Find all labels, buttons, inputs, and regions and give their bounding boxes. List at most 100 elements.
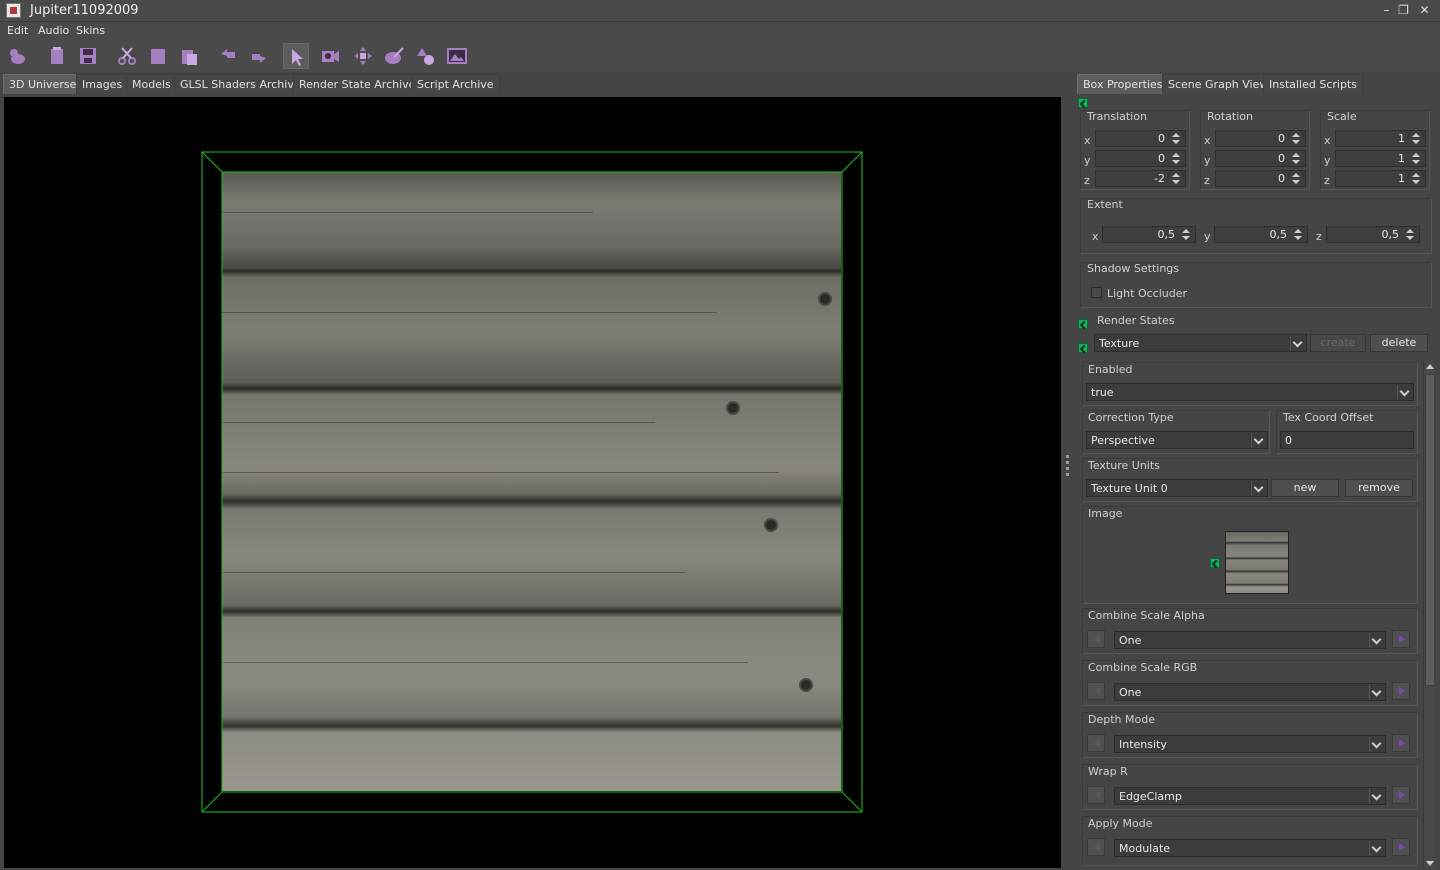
rotation-x-spinner[interactable]: 0 — [1215, 130, 1306, 147]
spin-arrows-icon[interactable] — [1403, 227, 1417, 242]
axis-label: y — [1324, 154, 1331, 167]
redo-icon[interactable] — [246, 43, 272, 69]
properties-scrollbar[interactable] — [1423, 362, 1435, 868]
spinner-value: 0 — [1278, 172, 1285, 185]
spin-arrows-icon[interactable] — [1169, 151, 1183, 166]
translation-z-spinner[interactable]: -2 — [1095, 170, 1186, 187]
splitter-handle[interactable] — [1066, 455, 1070, 485]
spin-arrows-icon[interactable] — [1179, 227, 1193, 242]
picture-icon[interactable] — [444, 43, 470, 69]
axis-label: z — [1316, 230, 1322, 243]
previous-icon[interactable] — [1087, 786, 1105, 804]
save-icon[interactable] — [75, 43, 101, 69]
tab-images[interactable]: Images — [76, 74, 129, 94]
previous-icon[interactable] — [1087, 838, 1105, 856]
spin-arrows-icon[interactable] — [1409, 171, 1423, 186]
extent-x-spinner[interactable]: 0,5 — [1102, 226, 1196, 243]
tab-models[interactable]: Models — [126, 74, 177, 94]
remove-texture-unit-button[interactable]: remove — [1345, 479, 1413, 497]
spin-arrows-icon[interactable] — [1409, 151, 1423, 166]
spin-arrows-icon[interactable] — [1169, 131, 1183, 146]
spin-arrows-icon[interactable] — [1289, 151, 1303, 166]
spin-arrows-icon[interactable] — [1291, 227, 1305, 242]
texture-thumbnail[interactable] — [1225, 531, 1289, 594]
duck-icon[interactable] — [4, 43, 30, 69]
extent-z-spinner[interactable]: 0,5 — [1326, 226, 1420, 243]
axis-label: z — [1204, 174, 1210, 187]
spin-arrows-icon[interactable] — [1409, 131, 1423, 146]
scroll-up-icon[interactable] — [1426, 364, 1434, 369]
apply-mode-select[interactable]: Modulate — [1114, 839, 1386, 857]
previous-icon[interactable] — [1087, 630, 1105, 648]
close-icon[interactable]: ✕ — [1418, 4, 1431, 17]
scroll-down-icon[interactable] — [1426, 861, 1434, 866]
correction-type-select[interactable]: Perspective — [1086, 431, 1268, 449]
expand-icon[interactable] — [1078, 319, 1088, 329]
enabled-label: Enabled — [1088, 363, 1133, 376]
next-icon[interactable] — [1392, 734, 1410, 752]
tab-script-archive[interactable]: Script Archive — [411, 74, 500, 94]
new-texture-unit-button[interactable]: new — [1271, 479, 1339, 497]
light-occluder-checkbox[interactable] — [1091, 287, 1102, 298]
tab-box-properties[interactable]: Box Properties — [1077, 74, 1169, 94]
previous-icon[interactable] — [1087, 734, 1105, 752]
paint-icon[interactable] — [381, 43, 407, 69]
spin-arrows-icon[interactable] — [1289, 171, 1303, 186]
minimize-icon[interactable]: – — [1380, 4, 1393, 17]
tab-3d-universe[interactable]: 3D Universe — [3, 74, 83, 94]
depth-mode-select[interactable]: Intensity — [1114, 735, 1386, 753]
scrollbar-thumb[interactable] — [1425, 374, 1435, 686]
enabled-select[interactable]: true — [1086, 383, 1414, 401]
combine-scale-rgb-select[interactable]: One — [1114, 683, 1386, 701]
next-icon[interactable] — [1392, 630, 1410, 648]
tex-coord-offset-input[interactable]: 0 — [1280, 431, 1414, 449]
translation-x-spinner[interactable]: 0 — [1095, 130, 1186, 147]
paste-icon[interactable] — [176, 43, 202, 69]
expand-icon[interactable] — [1210, 558, 1220, 568]
expand-icon[interactable] — [1078, 98, 1088, 108]
move-icon[interactable] — [350, 43, 376, 69]
spin-arrows-icon[interactable] — [1169, 171, 1183, 186]
expand-icon[interactable] — [1078, 343, 1088, 353]
texture-unit-select[interactable]: Texture Unit 0 — [1086, 479, 1268, 497]
shadow-settings-label: Shadow Settings — [1087, 262, 1180, 275]
restore-icon[interactable]: ❐ — [1397, 4, 1410, 17]
wrap-r-select[interactable]: EdgeClamp — [1114, 787, 1386, 805]
tab-installed-scripts[interactable]: Installed Scripts — [1263, 74, 1363, 94]
next-icon[interactable] — [1392, 838, 1410, 856]
open-icon[interactable] — [44, 43, 70, 69]
texture-units-label: Texture Units — [1088, 459, 1160, 472]
next-icon[interactable] — [1392, 786, 1410, 804]
spinner-value: 1 — [1398, 152, 1405, 165]
tab-scene-graph-view[interactable]: Scene Graph View — [1162, 74, 1275, 94]
spinner-value: 1 — [1398, 132, 1405, 145]
undo-icon[interactable] — [215, 43, 241, 69]
next-icon[interactable] — [1392, 682, 1410, 700]
combine-scale-alpha-select[interactable]: One — [1114, 631, 1386, 649]
scale-z-spinner[interactable]: 1 — [1335, 170, 1426, 187]
shapes-icon[interactable] — [413, 43, 439, 69]
scale-y-spinner[interactable]: 1 — [1335, 150, 1426, 167]
extent-y-spinner[interactable]: 0,5 — [1214, 226, 1308, 243]
app-icon — [6, 3, 21, 18]
delete-button[interactable]: delete — [1370, 334, 1428, 352]
translation-y-spinner[interactable]: 0 — [1095, 150, 1186, 167]
cut-icon[interactable] — [114, 43, 140, 69]
create-button[interactable]: create — [1310, 334, 1366, 352]
menu-skins[interactable]: Skins — [76, 24, 105, 37]
menu-audio[interactable]: Audio — [38, 24, 69, 37]
camera-icon[interactable] — [317, 43, 343, 69]
scale-label: Scale — [1327, 110, 1357, 123]
axis-label: y — [1084, 154, 1091, 167]
tab-render-state-archive[interactable]: Render State Archive — [293, 74, 422, 94]
rotation-z-spinner[interactable]: 0 — [1215, 170, 1306, 187]
scale-x-spinner[interactable]: 1 — [1335, 130, 1426, 147]
menu-edit[interactable]: Edit — [7, 24, 28, 37]
render-state-select[interactable]: Texture — [1094, 334, 1307, 352]
previous-icon[interactable] — [1087, 682, 1105, 700]
tab-glsl-shaders-archive[interactable]: GLSL Shaders Archive — [174, 74, 307, 94]
spin-arrows-icon[interactable] — [1289, 131, 1303, 146]
select-icon[interactable] — [283, 43, 309, 69]
copy-icon[interactable] — [145, 43, 171, 69]
rotation-y-spinner[interactable]: 0 — [1215, 150, 1306, 167]
